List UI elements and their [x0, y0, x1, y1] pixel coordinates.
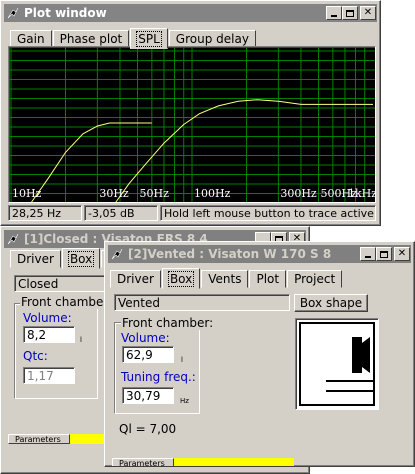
box-type-field: Closed [14, 275, 106, 292]
closed-parameters-bar: Parameters [8, 434, 108, 444]
plot-window: Plot window ✕ Gain Phase plot SPL Group … [0, 0, 381, 226]
tab-box[interactable]: Box [61, 248, 101, 269]
tab-spl[interactable]: SPL [130, 28, 168, 49]
tab-plot[interactable]: Plot [249, 270, 287, 288]
box-shape-button[interactable]: Box shape [294, 294, 368, 312]
close-icon: ✕ [397, 248, 407, 259]
speaker-plug-icon [6, 6, 20, 20]
tab-project[interactable]: Project [287, 270, 343, 288]
parameters-status-fill [70, 434, 108, 444]
box-type-field: Vented [114, 294, 290, 311]
volume-label: Volume: [23, 311, 72, 325]
parameters-button[interactable]: Parameters [112, 458, 174, 466]
x-axis-tick-label: 1kHz [348, 187, 375, 200]
status-frequency: 28,25 Hz [8, 205, 82, 221]
x-axis-tick-label: 100Hz [194, 187, 231, 200]
tuning-freq-label: Tuning freq.: [121, 370, 196, 384]
spl-plot[interactable]: 10Hz 30Hz 50Hz 100Hz 300Hz 500Hz 1kHz [8, 46, 376, 203]
x-axis-tick-label: 50Hz [140, 187, 170, 200]
spl-curve-closed [31, 122, 152, 202]
speaker-plug-icon [110, 247, 124, 261]
qtc-label: Qtc: [23, 349, 48, 363]
vented-window-title: [2]Vented : Visaton W 170 S 8 [128, 247, 332, 261]
maximize-icon [380, 250, 388, 258]
vented-parameters-bar: Parameters [112, 458, 294, 466]
box-drawing [299, 322, 375, 406]
close-button[interactable]: ✕ [360, 6, 376, 20]
volume-unit: l [181, 356, 183, 364]
front-chamber-label: Front chamber: [121, 316, 215, 330]
x-axis-tick-label: 10Hz [12, 187, 42, 200]
tuning-freq-unit: Hz [180, 397, 189, 405]
plot-window-titlebar[interactable]: Plot window ✕ [4, 4, 377, 22]
parameters-button[interactable]: Parameters [8, 434, 70, 444]
qtc-field: 1,17 [23, 367, 75, 384]
minimize-button[interactable] [326, 6, 342, 20]
spl-plot-canvas[interactable]: 10Hz 30Hz 50Hz 100Hz 300Hz 500Hz1kHz [9, 47, 375, 202]
tab-vents[interactable]: Vents [201, 270, 249, 288]
vented-window-titlebar[interactable]: [2]Vented : Visaton W 170 S 8 ✕ [108, 245, 411, 263]
volume-input[interactable]: 8,2 [23, 326, 75, 343]
maximize-icon [346, 9, 354, 17]
ql-readout: Ql = 7,00 [119, 422, 177, 436]
status-level: -3,05 dB [84, 205, 158, 221]
tab-driver[interactable]: Driver [110, 270, 161, 288]
status-hint: Hold left mouse button to trace active g… [160, 205, 376, 221]
close-icon: ✕ [363, 7, 373, 18]
minimize-button[interactable] [360, 247, 376, 261]
front-chamber-label: Front chamber: [20, 295, 114, 309]
parameters-status-fill [174, 458, 294, 466]
close-button[interactable]: ✕ [394, 247, 410, 261]
maximize-button[interactable] [376, 247, 392, 261]
tab-box[interactable]: Box [161, 268, 201, 289]
x-axis-tick-label: 300Hz [280, 187, 317, 200]
speaker-plug-icon [6, 232, 20, 246]
volume-unit: l [80, 336, 82, 344]
minimize-icon [365, 256, 371, 258]
tuning-freq-input[interactable]: 30,79 [122, 387, 174, 404]
volume-label: Volume: [121, 331, 170, 345]
tab-driver[interactable]: Driver [10, 250, 61, 268]
minimize-icon [331, 15, 337, 17]
x-axis-tick-label: 30Hz [99, 187, 129, 200]
maximize-button[interactable] [342, 6, 358, 20]
plot-window-title: Plot window [24, 6, 107, 20]
box-shape-preview [295, 318, 379, 410]
volume-input[interactable]: 62,9 [122, 346, 174, 363]
vented-box-window: [2]Vented : Visaton W 170 S 8 ✕ Driver B… [104, 241, 415, 467]
